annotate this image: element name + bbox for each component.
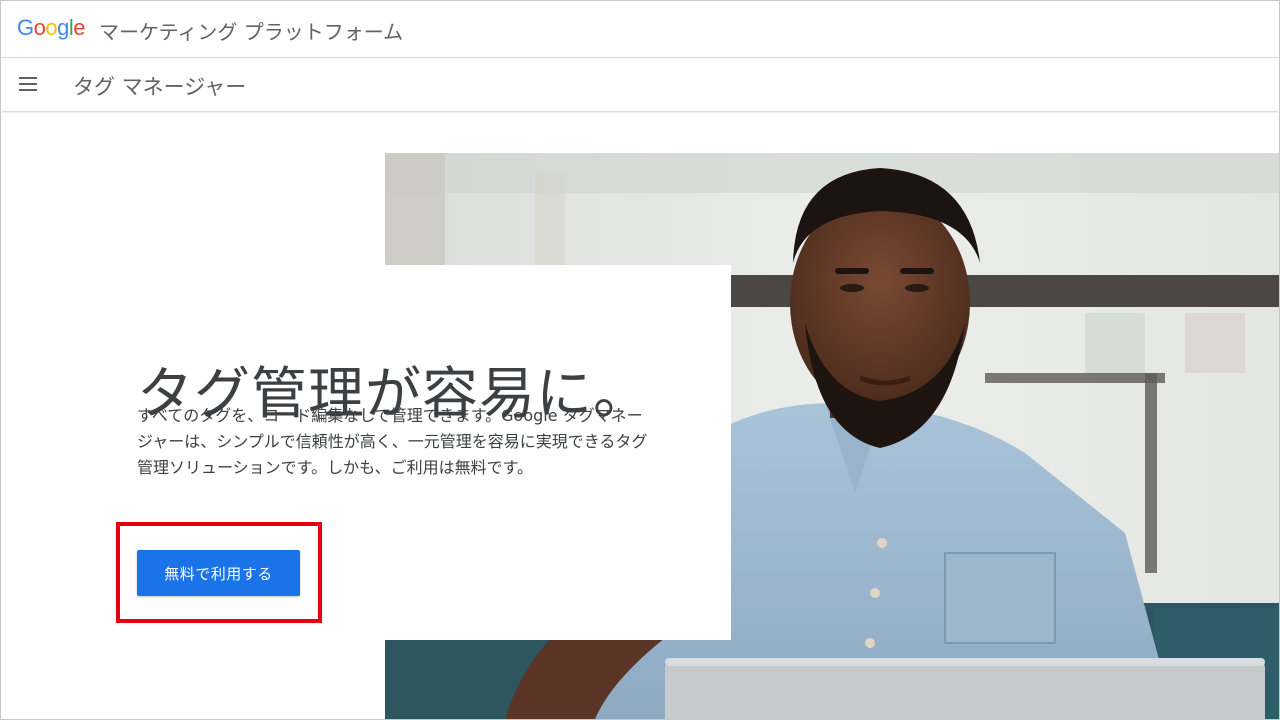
start-for-free-button[interactable]: 無料で利用する xyxy=(137,550,300,596)
hamburger-menu-icon[interactable] xyxy=(19,76,39,92)
platform-name[interactable]: マーケティング プラットフォーム xyxy=(99,16,403,45)
hero-description: すべてのタグを、コード編集なしで管理できます。Google タグマネージャーは、… xyxy=(137,406,648,477)
product-nav: タグ マネージャー xyxy=(1,58,1279,111)
google-logo[interactable]: Google xyxy=(17,15,86,41)
logo-letter: o xyxy=(33,15,46,40)
logo-letter: G xyxy=(17,15,34,40)
brand-bar: Google マーケティング プラットフォーム xyxy=(1,1,1279,58)
page-frame: Google マーケティング プラットフォーム タグ マネージャー タグ管理が容… xyxy=(0,0,1280,720)
logo-letter: e xyxy=(73,15,86,40)
logo-letter: g xyxy=(57,15,69,40)
product-title[interactable]: タグ マネージャー xyxy=(73,71,246,101)
logo-letter: o xyxy=(45,15,58,40)
